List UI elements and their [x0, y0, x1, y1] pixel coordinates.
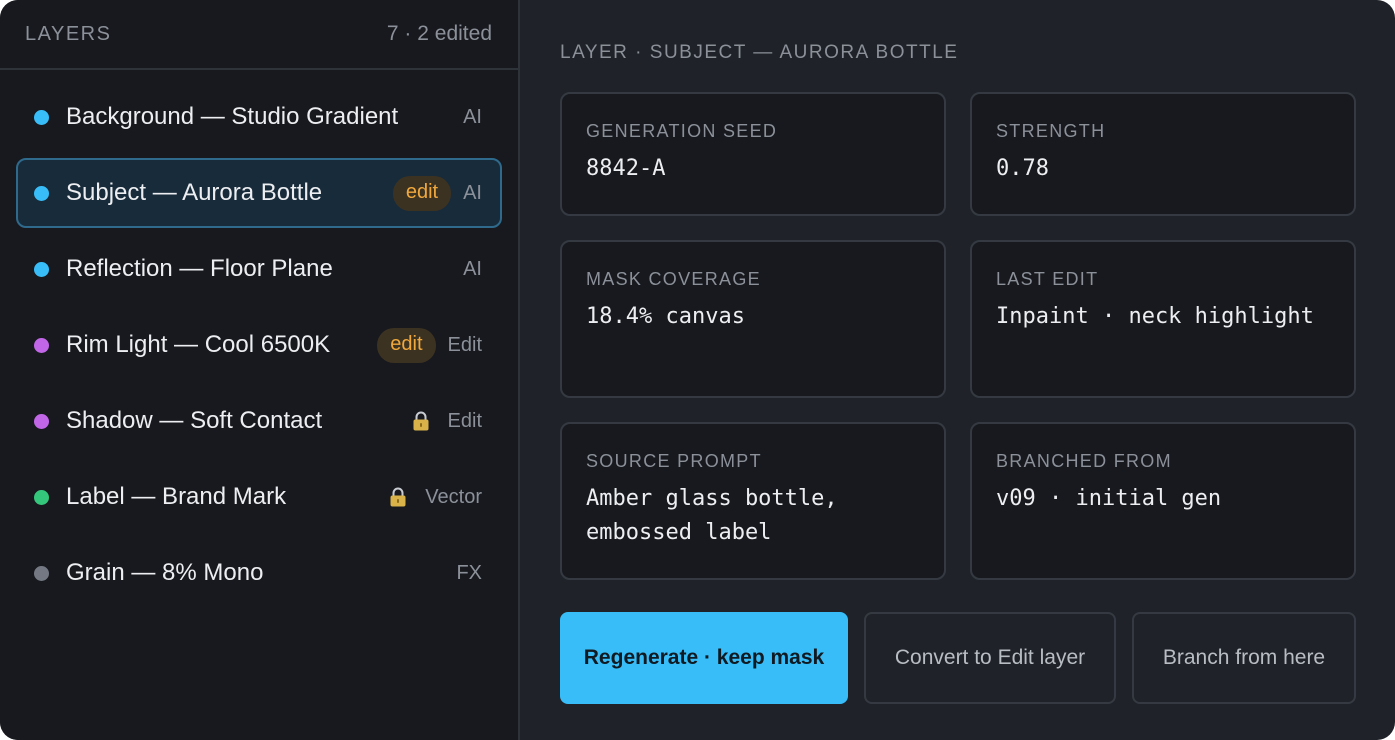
- lock-icon[interactable]: [389, 487, 407, 507]
- branched-from-card: BRANCHED FROM v09 · initial gen: [970, 422, 1356, 580]
- layer-inspector-window: LAYERS 7 · 2 edited Background — Studio …: [0, 0, 1395, 740]
- layer-name: Label — Brand Mark: [66, 483, 287, 510]
- branched-from-value: v09 · initial gen: [996, 486, 1222, 511]
- layer-name: Shadow — Soft Contact: [66, 407, 323, 434]
- layer-color-dot: [34, 337, 49, 353]
- layers-count: 7 · 2 edited: [386, 22, 492, 45]
- card-label: STRENGTH: [996, 121, 1106, 141]
- card-row: MASK COVERAGE 18.4% canvas LAST EDIT Inp…: [560, 240, 1357, 398]
- generation-seed-card: GENERATION SEED 8842-A: [560, 92, 946, 216]
- layer-color-dot: [34, 413, 49, 429]
- layers-sidebar: LAYERS 7 · 2 edited Background — Studio …: [0, 0, 520, 740]
- mask-coverage-card: MASK COVERAGE 18.4% canvas: [560, 240, 946, 398]
- layer-row[interactable]: Background — Studio Gradient AI: [16, 82, 502, 152]
- layer-type-label: AI: [463, 105, 482, 128]
- layer-row[interactable]: Grain — 8% Mono FX: [16, 538, 502, 608]
- layer-type-label: Vector: [425, 485, 482, 508]
- lock-icon[interactable]: [412, 411, 430, 431]
- layer-list: Background — Studio Gradient AI Subject — …: [0, 70, 518, 608]
- convert-to-edit-layer-button[interactable]: Convert to Edit layer: [864, 612, 1116, 704]
- layer-row[interactable]: Subject — Aurora Bottle edit AI: [16, 158, 502, 228]
- layer-color-dot: [34, 565, 49, 581]
- strength-card: STRENGTH 0.78: [970, 92, 1356, 216]
- edit-badge: edit: [377, 327, 436, 363]
- layer-name: Reflection — Floor Plane: [66, 255, 333, 282]
- mask-coverage-value: 18.4% canvas: [586, 304, 745, 329]
- layer-name: Rim Light — Cool 6500K: [66, 331, 331, 358]
- layer-details-panel: LAYER · SUBJECT — AURORA BOTTLE GENERATI…: [520, 0, 1395, 740]
- layer-row[interactable]: Shadow — Soft Contact Edit: [16, 386, 502, 456]
- source-prompt-value: Amber glass bottle, embossed label: [586, 486, 838, 545]
- card-label: SOURCE PROMPT: [586, 451, 762, 471]
- layers-title: LAYERS: [25, 22, 112, 45]
- branch-from-here-button[interactable]: Branch from here: [1132, 612, 1356, 704]
- layer-name: Subject — Aurora Bottle: [66, 179, 323, 206]
- layer-type-label: AI: [463, 257, 482, 280]
- card-label: LAST EDIT: [996, 269, 1099, 289]
- layer-name: Grain — 8% Mono: [66, 559, 264, 586]
- layer-type-label: Edit: [447, 333, 482, 356]
- last-edit-card: LAST EDIT Inpaint · neck highlight: [970, 240, 1356, 398]
- regenerate-keep-mask-button[interactable]: Regenerate · keep mask: [560, 612, 848, 704]
- layer-color-dot: [34, 109, 49, 125]
- strength-value: 0.78: [996, 156, 1049, 181]
- layer-color-dot: [34, 489, 49, 505]
- last-edit-value: Inpaint · neck highlight: [996, 304, 1314, 329]
- card-label: MASK COVERAGE: [586, 269, 761, 289]
- card-label: GENERATION SEED: [586, 121, 778, 141]
- layer-type-label: Edit: [447, 409, 482, 432]
- source-prompt-card: SOURCE PROMPT Amber glass bottle, emboss…: [560, 422, 946, 580]
- card-row: SOURCE PROMPT Amber glass bottle, emboss…: [560, 422, 1357, 580]
- card-label: BRANCHED FROM: [996, 451, 1172, 471]
- layer-type-label: AI: [463, 181, 482, 204]
- layer-type-label: FX: [456, 561, 482, 584]
- layer-row[interactable]: Label — Brand Mark Vector: [16, 462, 502, 532]
- action-bar: Regenerate · keep mask Convert to Edit l…: [560, 612, 1357, 704]
- card-row: GENERATION SEED 8842-A STRENGTH 0.78: [560, 92, 1357, 216]
- layers-header: LAYERS 7 · 2 edited: [0, 0, 518, 70]
- panel-title: LAYER · SUBJECT — AURORA BOTTLE: [560, 42, 959, 63]
- layer-name: Background — Studio Gradient: [66, 103, 399, 130]
- edit-badge: edit: [392, 175, 452, 211]
- layer-row[interactable]: Rim Light — Cool 6500K edit Edit: [16, 310, 502, 380]
- layer-color-dot: [34, 185, 49, 201]
- layer-color-dot: [34, 261, 49, 277]
- layer-row[interactable]: Reflection — Floor Plane AI: [16, 234, 502, 304]
- generation-seed-value: 8842-A: [586, 156, 666, 181]
